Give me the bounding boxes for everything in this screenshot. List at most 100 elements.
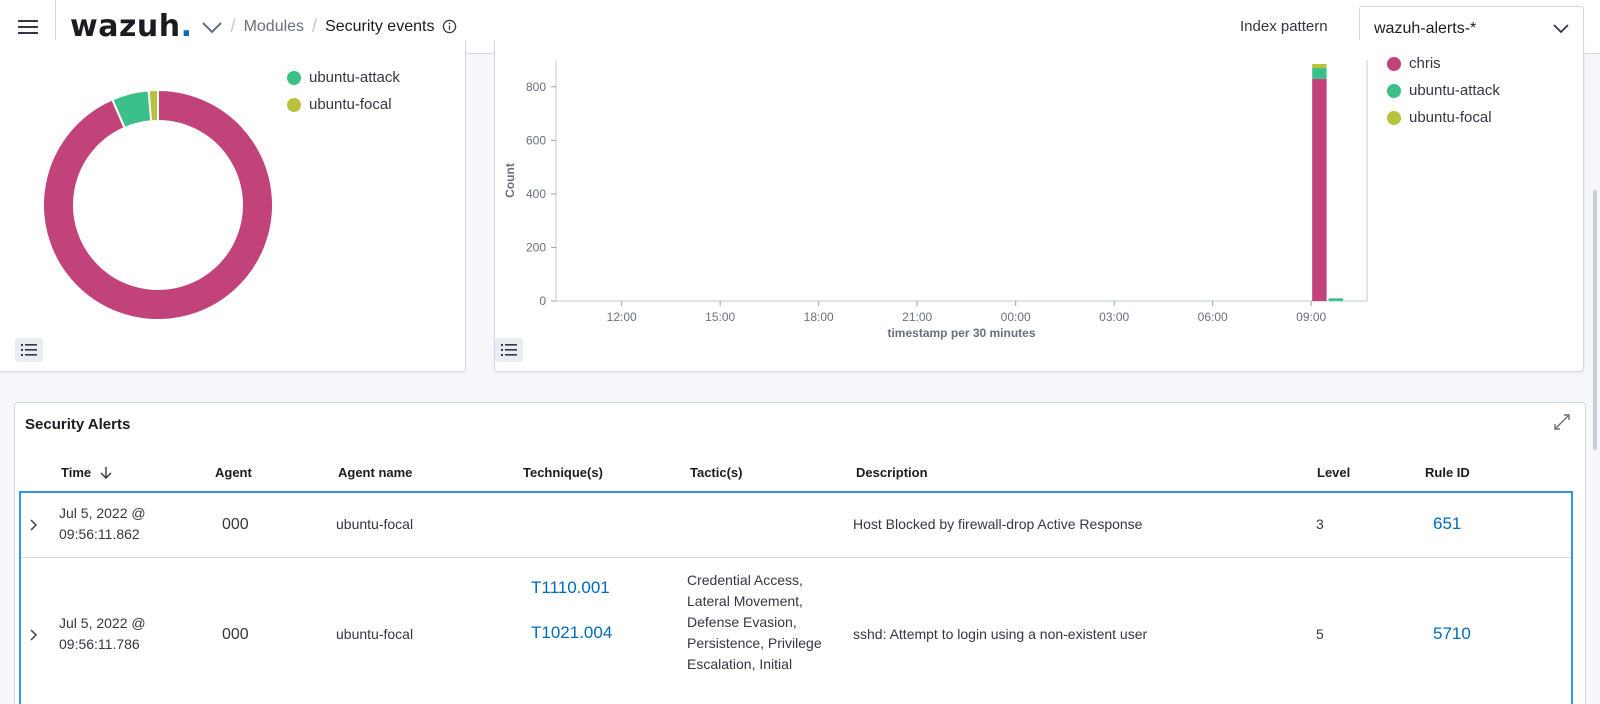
x-tick-label: 21:00 (902, 310, 932, 324)
expand-row-chevron-icon[interactable] (29, 518, 39, 532)
y-tick-label: 800 (526, 80, 546, 94)
time-cell: Jul 5, 2022 @ 09:56:11.786 (59, 613, 146, 655)
agent-name-cell[interactable]: ubuntu-focal (336, 514, 413, 535)
x-axis-title: timestamp per 30 minutes (887, 326, 1035, 340)
column-header-label: Time (61, 465, 92, 480)
donut-slice-ubuntu-focal[interactable] (147, 88, 159, 123)
agent-cell: 000 (222, 516, 249, 533)
legend-dot (287, 70, 301, 85)
table-row[interactable]: Jul 5, 2022 @ 09:56:11.786 000 ubuntu-fo… (21, 558, 1571, 704)
chevron-down-icon (1553, 23, 1569, 33)
legend-item-ubuntu-focal[interactable]: ubuntu-focal (1387, 104, 1500, 131)
donut-legend: ubuntu-attack ubuntu-focal (287, 64, 400, 118)
list-icon (21, 344, 37, 356)
alerts-histogram-panel: 0 200 400 600 800 12:00 15:00 18:00 21:00 00:00 03… (494, 40, 1584, 372)
time-cell: Jul 5, 2022 @ 09:56:11.862 (59, 503, 146, 545)
bar-segment-ubuntu-attack[interactable] (1328, 298, 1344, 301)
security-alerts-panel: Security Alerts Time Agent Agent name Te… (14, 402, 1586, 704)
time-clock: 09:56:11.862 (59, 526, 140, 542)
legend-dot (1387, 83, 1401, 98)
expand-row-chevron-icon[interactable] (29, 628, 39, 642)
column-header-description[interactable]: Description (856, 465, 928, 480)
hamburger-icon (17, 19, 38, 34)
info-icon[interactable] (442, 19, 457, 34)
time-date: Jul 5, 2022 @ (59, 505, 146, 521)
legend-label: ubuntu-focal (309, 96, 392, 113)
toggle-legend-button[interactable] (495, 338, 523, 362)
rule-id-link[interactable]: 651 (1433, 513, 1461, 534)
tactics-line: Persistence, Privilege (687, 635, 822, 651)
toggle-legend-button[interactable] (15, 338, 43, 362)
x-tick-label: 03:00 (1099, 310, 1129, 324)
legend-dot (1387, 110, 1401, 125)
tactics-cell: Credential Access, Lateral Movement, Def… (687, 570, 822, 675)
column-header-time[interactable]: Time (61, 465, 113, 480)
description-cell: sshd: Attempt to login using a non-exist… (853, 626, 1148, 642)
column-header-tactics[interactable]: Tactic(s) (690, 465, 743, 480)
legend-label: ubuntu-attack (309, 69, 400, 86)
tactics-line: Defense Evasion, (687, 614, 797, 630)
column-header-agent-name[interactable]: Agent name (338, 465, 412, 480)
x-tick-label: 09:00 (1296, 310, 1326, 324)
level-cell: 3 (1316, 516, 1324, 532)
column-header-agent[interactable]: Agent (215, 465, 252, 480)
x-tick-label: 12:00 (607, 310, 637, 324)
selected-rows-highlight: Jul 5, 2022 @ 09:56:11.862 000 ubuntu-fo… (19, 491, 1573, 704)
x-tick-label: 18:00 (804, 310, 834, 324)
page-scrollbar[interactable] (1593, 190, 1597, 450)
y-tick-label: 600 (526, 133, 546, 147)
index-pattern-label: Index pattern (1240, 18, 1328, 35)
breadcrumb-separator: / (312, 16, 318, 36)
donut-slice-chris[interactable] (42, 88, 274, 321)
chevron-down-icon[interactable] (201, 21, 223, 35)
tactics-line: Credential Access, (687, 572, 803, 588)
histogram-chart: 0 200 400 600 800 12:00 15:00 18:00 21:00 00:00 03… (503, 60, 1368, 340)
rule-id-link[interactable]: 5710 (1433, 623, 1471, 644)
y-tick-label: 200 (526, 240, 546, 254)
x-tick-label: 00:00 (1001, 310, 1031, 324)
tactics-line: Escalation, Initial (687, 656, 793, 672)
table-row[interactable]: Jul 5, 2022 @ 09:56:11.862 000 ubuntu-fo… (21, 493, 1571, 557)
description-cell: Host Blocked by firewall-drop Active Res… (853, 516, 1143, 532)
legend-label: ubuntu-focal (1409, 109, 1492, 126)
breadcrumb-modules[interactable]: Modules (244, 18, 304, 36)
y-tick-label: 400 (526, 187, 546, 201)
legend-item-ubuntu-attack[interactable]: ubuntu-attack (1387, 77, 1500, 104)
level-cell: 5 (1316, 626, 1324, 642)
agents-donut-panel: ubuntu-attack ubuntu-focal (0, 40, 466, 372)
legend-item-ubuntu-focal[interactable]: ubuntu-focal (287, 91, 400, 118)
wazuh-logo[interactable]: wazuh. (70, 9, 193, 44)
y-axis-title: Count (503, 163, 517, 198)
panel-title: Security Alerts (25, 416, 131, 433)
index-pattern-value: wazuh-alerts-* (1374, 19, 1477, 37)
agent-name-cell[interactable]: ubuntu-focal (336, 624, 413, 645)
y-tick-label: 0 (539, 294, 546, 308)
legend-item-chris[interactable]: chris (1387, 50, 1500, 77)
expand-panel-button[interactable] (1553, 413, 1571, 436)
column-header-rule-id[interactable]: Rule ID (1425, 465, 1470, 480)
bar-segment-chris[interactable] (1312, 78, 1327, 301)
legend-item-ubuntu-attack[interactable]: ubuntu-attack (287, 64, 400, 91)
time-date: Jul 5, 2022 @ (59, 615, 146, 631)
legend-label: ubuntu-attack (1409, 82, 1500, 99)
histogram-legend: chris ubuntu-attack ubuntu-focal (1387, 50, 1500, 131)
x-tick-label: 15:00 (705, 310, 735, 324)
tactics-line: Lateral Movement, (687, 593, 803, 609)
donut-chart (42, 88, 274, 321)
technique-link[interactable]: T1021.004 (531, 622, 612, 643)
column-header-level[interactable]: Level (1317, 465, 1350, 480)
bar-segment-ubuntu-attack[interactable] (1312, 68, 1327, 79)
technique-link[interactable]: T1110.001 (531, 577, 610, 598)
sort-descending-icon (100, 466, 112, 479)
bar-segment-ubuntu-focal[interactable] (1312, 64, 1327, 69)
x-tick-label: 06:00 (1198, 310, 1228, 324)
breadcrumb-separator: / (230, 16, 236, 36)
legend-dot (1387, 56, 1401, 71)
legend-label: chris (1409, 55, 1441, 72)
time-clock: 09:56:11.786 (59, 636, 140, 652)
list-icon (501, 344, 517, 356)
column-header-techniques[interactable]: Technique(s) (523, 465, 603, 480)
agent-cell: 000 (222, 626, 249, 643)
expand-icon (1554, 414, 1570, 430)
breadcrumb-security-events: Security events (325, 17, 435, 35)
